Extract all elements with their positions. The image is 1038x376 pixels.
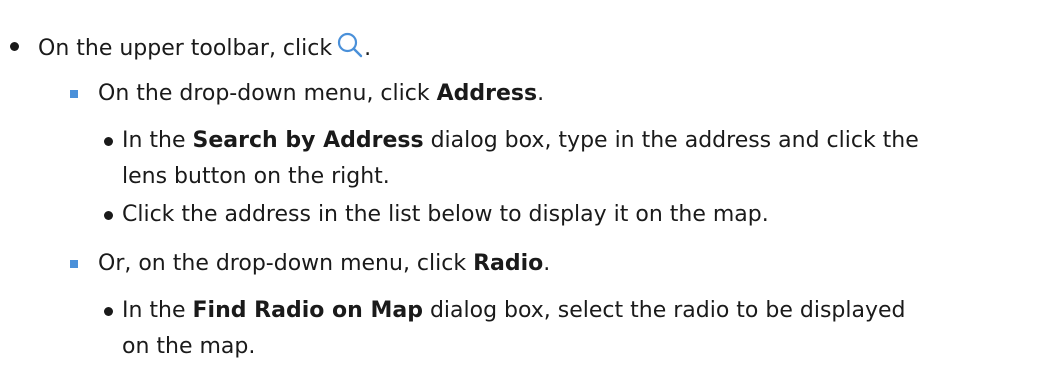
step-click-address: Click the address in the list below to d… [122, 200, 769, 230]
step-text: Click the address in the list below to d… [122, 202, 769, 227]
dialog-name-find-radio: Find Radio on Map [192, 298, 423, 323]
menu-item-address: Address [436, 81, 538, 106]
search-icon [336, 31, 364, 59]
bullet-level-3 [104, 211, 113, 220]
step-menu-address: On the drop-down menu, click Address. [98, 79, 544, 109]
bullet-level-3 [104, 307, 113, 316]
step-search-by-address: In the Search by Address dialog box, typ… [122, 126, 919, 156]
step-text: On the upper toolbar, click [38, 36, 333, 61]
step-menu-radio: Or, on the drop-down menu, click Radio. [98, 249, 550, 279]
dialog-name-search-by-address: Search by Address [192, 128, 424, 153]
bullet-level-2 [70, 90, 78, 98]
step-text-end: . [537, 81, 545, 106]
step-text-end: dialog box, type in the address and clic… [423, 128, 919, 153]
step-text-end: . [543, 251, 551, 276]
step-text: on the map. [122, 334, 256, 359]
step-text: Or, on the drop-down menu, click [98, 251, 474, 276]
step-text: On the drop-down menu, click [98, 81, 437, 106]
step-text: In the [122, 298, 193, 323]
step-toolbar-search: On the upper toolbar, click. [38, 31, 371, 64]
bullet-level-1 [10, 42, 19, 51]
bullet-level-3 [104, 137, 113, 146]
step-continuation: on the map. [122, 332, 255, 362]
menu-item-radio: Radio [473, 251, 544, 276]
step-text-end: dialog box, select the radio to be displ… [422, 298, 906, 323]
step-continuation: lens button on the right. [122, 162, 390, 192]
bullet-level-2 [70, 260, 78, 268]
step-text-end: . [364, 36, 372, 61]
step-text: In the [122, 128, 193, 153]
step-text: lens button on the right. [122, 164, 390, 189]
step-find-radio: In the Find Radio on Map dialog box, sel… [122, 296, 906, 326]
instruction-list: On the upper toolbar, click. On the drop… [0, 0, 1038, 376]
